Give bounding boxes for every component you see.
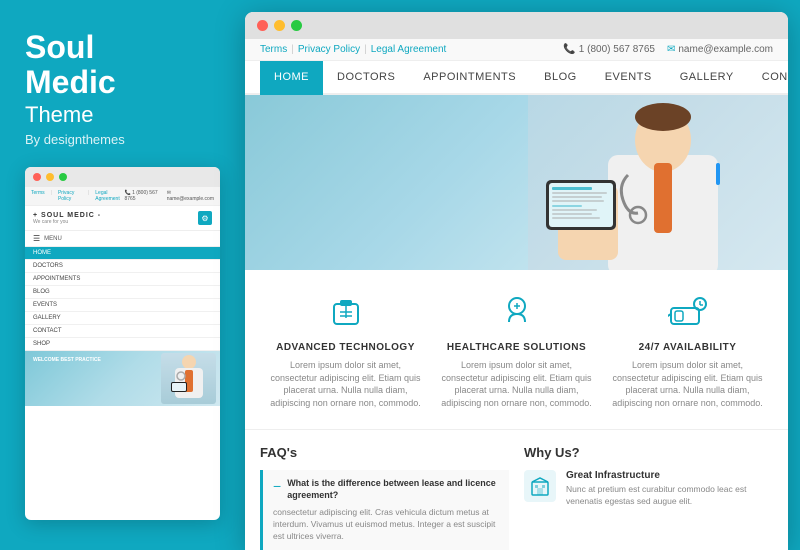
mini-email: ✉ name@example.com <box>167 190 214 202</box>
legal-link[interactable]: Legal Agreement <box>371 44 447 55</box>
feature-1-desc: Lorem ipsum dolor sit amet, consectetur … <box>270 359 421 409</box>
brand-block: Soul Medic Theme By designthemes <box>25 30 220 147</box>
mini-topbar-contact: 📞 1 (800) 567 8765 ✉ name@example.com <box>124 190 214 202</box>
faq-item-1: − What is the difference between lease a… <box>260 470 509 550</box>
feature-healthcare: HEALTHCARE SOLUTIONS Lorem ipsum dolor s… <box>431 290 602 409</box>
feature-3-title: 24/7 AVAILABILITY <box>612 342 763 353</box>
mini-doctor-svg <box>169 354 209 404</box>
mini-nav-doctors: DOCTORS <box>25 260 220 273</box>
dot-green[interactable] <box>291 20 302 31</box>
faq-minus-icon: − <box>273 479 281 493</box>
mini-wrench-icon: ⚙ <box>198 211 212 225</box>
advanced-tech-icon <box>324 290 368 334</box>
mini-nav-gallery: GALLERY <box>25 312 220 325</box>
mini-dot-green <box>59 173 67 181</box>
mini-logo: + SOUL MEDIC - We care for you <box>33 212 101 225</box>
topbar-sep-2: | <box>364 44 367 55</box>
bottom-section: FAQ's − What is the difference between l… <box>245 430 788 550</box>
mini-logo-row: + SOUL MEDIC - We care for you ⚙ <box>25 206 220 231</box>
email-address: name@example.com <box>678 44 773 55</box>
availability-icon <box>666 290 710 334</box>
mini-dot-yellow <box>46 173 54 181</box>
mini-nav-blog: BLOG <box>25 286 220 299</box>
brand-title: Soul Medic <box>25 30 220 100</box>
mini-nav-shop: SHOP <box>25 338 220 351</box>
topbar-links: Terms | Privacy Policy | Legal Agreement <box>260 44 446 55</box>
browser-body: Terms | Privacy Policy | Legal Agreement… <box>245 39 788 550</box>
browser-titlebar <box>245 12 788 39</box>
mini-terms-link: Terms <box>31 190 45 202</box>
mini-phone: 📞 1 (800) 567 8765 <box>124 190 160 202</box>
nav-blog[interactable]: BLOG <box>530 61 591 95</box>
feature-availability: 24/7 AVAILABILITY Lorem ipsum dolor sit … <box>602 290 773 409</box>
whyus-title: Why Us? <box>524 445 773 460</box>
phone-contact: 📞 1 (800) 567 8765 <box>563 44 655 55</box>
mini-wrench: ⚙ <box>198 211 212 225</box>
mini-topbar-links: Terms | Privacy Policy | Legal Agreement <box>31 190 124 202</box>
phone-number: 1 (800) 567 8765 <box>579 44 655 55</box>
features-section: ADVANCED TECHNOLOGY Lorem ipsum dolor si… <box>245 270 788 430</box>
email-icon: ✉ <box>667 44 675 55</box>
mini-logo-sub: We care for you <box>33 219 101 225</box>
faq-header-1: − What is the difference between lease a… <box>273 478 499 501</box>
brand-by: By designthemes <box>25 132 220 147</box>
mini-browser-titlebar <box>25 167 220 187</box>
nav-contact[interactable]: CONTACT <box>748 61 788 95</box>
mini-nav-home: HOME <box>25 247 220 260</box>
mini-hamburger-icon: ☰ <box>33 234 40 243</box>
feature-2-title: HEALTHCARE SOLUTIONS <box>441 342 592 353</box>
whyus-building-icon <box>524 470 556 502</box>
faq-question-1: What is the difference between lease and… <box>287 478 499 501</box>
dot-yellow[interactable] <box>274 20 285 31</box>
brand-subtitle: Theme <box>25 102 220 128</box>
whyus-item-title-1: Great Infrastructure <box>566 470 773 481</box>
nav-events[interactable]: EVENTS <box>591 61 666 95</box>
nav-home[interactable]: HOME <box>260 61 323 95</box>
phone-icon: 📞 <box>563 44 575 55</box>
faq-answer-1: consectetur adipiscing elit. Cras vehicu… <box>273 507 499 543</box>
faqs-title: FAQ's <box>260 445 509 460</box>
hero-doctor-area <box>528 95 788 270</box>
nav-doctors[interactable]: DOCTORS <box>323 61 409 95</box>
whyus-content-1: Great Infrastructure Nunc at pretium est… <box>566 470 773 508</box>
feature-2-desc: Lorem ipsum dolor sit amet, consectetur … <box>441 359 592 409</box>
site-nav: HOME DOCTORS APPOINTMENTS BLOG EVENTS GA… <box>245 61 788 95</box>
privacy-link[interactable]: Privacy Policy <box>298 44 360 55</box>
mini-nav: HOME DOCTORS APPOINTMENTS BLOG EVENTS GA… <box>25 247 220 351</box>
whyus-panel: Why Us? Great Infrastructure Nunc <box>524 445 773 550</box>
feature-3-desc: Lorem ipsum dolor sit amet, consectetur … <box>612 359 763 409</box>
whyus-item-1: Great Infrastructure Nunc at pretium est… <box>524 470 773 508</box>
site-topbar: Terms | Privacy Policy | Legal Agreement… <box>245 39 788 61</box>
mini-topbar: Terms | Privacy Policy | Legal Agreement… <box>25 187 220 206</box>
feature-advanced-tech: ADVANCED TECHNOLOGY Lorem ipsum dolor si… <box>260 290 431 409</box>
hero-doctor-svg <box>528 95 788 270</box>
terms-link[interactable]: Terms <box>260 44 287 55</box>
topbar-contact: 📞 1 (800) 567 8765 ✉ name@example.com <box>563 44 773 55</box>
mini-dot-red <box>33 173 41 181</box>
feature-1-title: ADVANCED TECHNOLOGY <box>270 342 421 353</box>
mini-menu-text: MENU <box>44 236 62 242</box>
nav-appointments[interactable]: APPOINTMENTS <box>409 61 530 95</box>
mini-nav-contact: CONTACT <box>25 325 220 338</box>
main-browser: Terms | Privacy Policy | Legal Agreement… <box>245 12 788 550</box>
left-panel: Soul Medic Theme By designthemes Terms |… <box>0 0 245 550</box>
faqs-panel: FAQ's − What is the difference between l… <box>260 445 509 550</box>
mini-nav-appointments: APPOINTMENTS <box>25 273 220 286</box>
mini-browser-mockup: Terms | Privacy Policy | Legal Agreement… <box>25 167 220 520</box>
mini-hero: WELCOME BEST PRACTICE <box>25 351 220 406</box>
email-contact: ✉ name@example.com <box>667 44 773 55</box>
mini-logo-text: + SOUL MEDIC - <box>33 212 101 219</box>
dot-red[interactable] <box>257 20 268 31</box>
nav-gallery[interactable]: GALLERY <box>666 61 748 95</box>
mini-browser-content: Terms | Privacy Policy | Legal Agreement… <box>25 187 220 406</box>
topbar-sep-1: | <box>291 44 294 55</box>
mini-menu-row: ☰ MENU <box>25 231 220 247</box>
mini-privacy-link: Privacy Policy <box>58 190 82 202</box>
healthcare-icon <box>495 290 539 334</box>
mini-hero-doctor-img <box>161 353 216 404</box>
whyus-item-desc-1: Nunc at pretium est curabitur commodo le… <box>566 484 773 508</box>
mini-nav-events: EVENTS <box>25 299 220 312</box>
site-hero <box>245 95 788 270</box>
mini-legal-link: Legal Agreement <box>95 190 124 202</box>
